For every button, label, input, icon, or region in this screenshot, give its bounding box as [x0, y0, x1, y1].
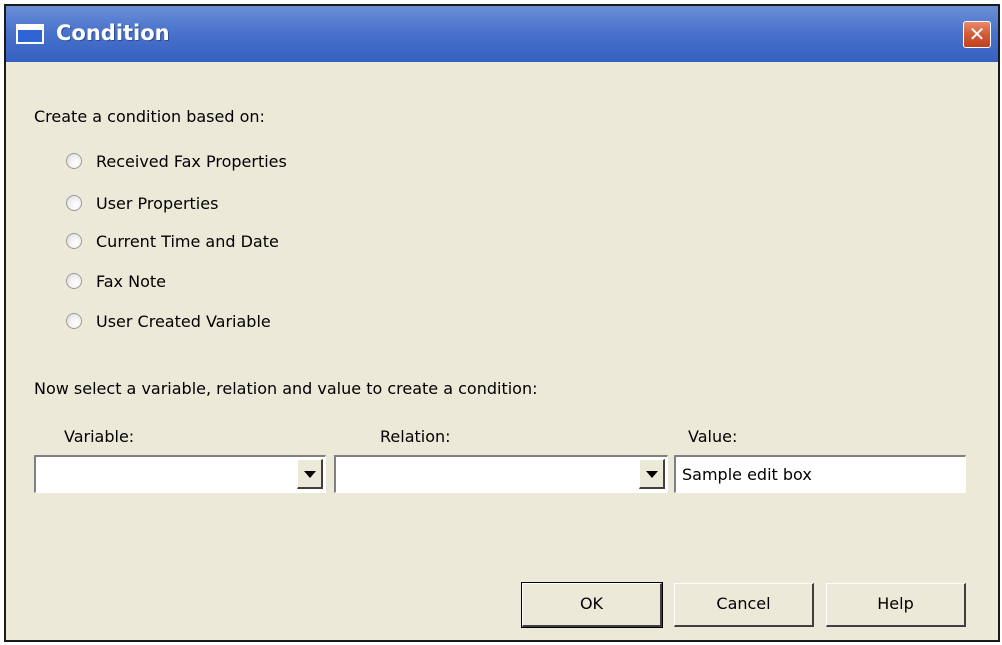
- close-icon[interactable]: ✕: [963, 21, 991, 48]
- radio-icon[interactable]: [66, 233, 82, 249]
- radio-label: Fax Note: [96, 272, 166, 291]
- radio-icon[interactable]: [66, 313, 82, 329]
- title-bar[interactable]: Condition ✕: [6, 6, 998, 62]
- condition-dialog: Condition ✕ Create a condition based on:…: [4, 4, 1000, 642]
- dialog-title: Condition: [56, 21, 170, 45]
- variable-dropdown[interactable]: [34, 455, 326, 493]
- radio-icon[interactable]: [66, 153, 82, 169]
- radio-label: Received Fax Properties: [96, 152, 287, 171]
- radio-label: User Created Variable: [96, 312, 271, 331]
- relation-label: Relation:: [380, 427, 451, 446]
- radio-label: User Properties: [96, 194, 219, 213]
- value-input[interactable]: [674, 455, 966, 493]
- relation-dropdown[interactable]: [334, 455, 668, 493]
- ok-button[interactable]: OK: [521, 582, 663, 628]
- radio-icon[interactable]: [66, 195, 82, 211]
- window-icon: [16, 24, 44, 44]
- group-label: Create a condition based on:: [34, 107, 265, 126]
- instruction-text: Now select a variable, relation and valu…: [34, 379, 538, 398]
- radio-label: Current Time and Date: [96, 232, 279, 251]
- chevron-down-icon[interactable]: [639, 459, 665, 489]
- variable-label: Variable:: [64, 427, 135, 446]
- chevron-down-icon[interactable]: [297, 459, 323, 489]
- value-label: Value:: [688, 427, 738, 446]
- radio-icon[interactable]: [66, 273, 82, 289]
- cancel-button[interactable]: Cancel: [674, 583, 814, 627]
- help-button[interactable]: Help: [826, 583, 966, 627]
